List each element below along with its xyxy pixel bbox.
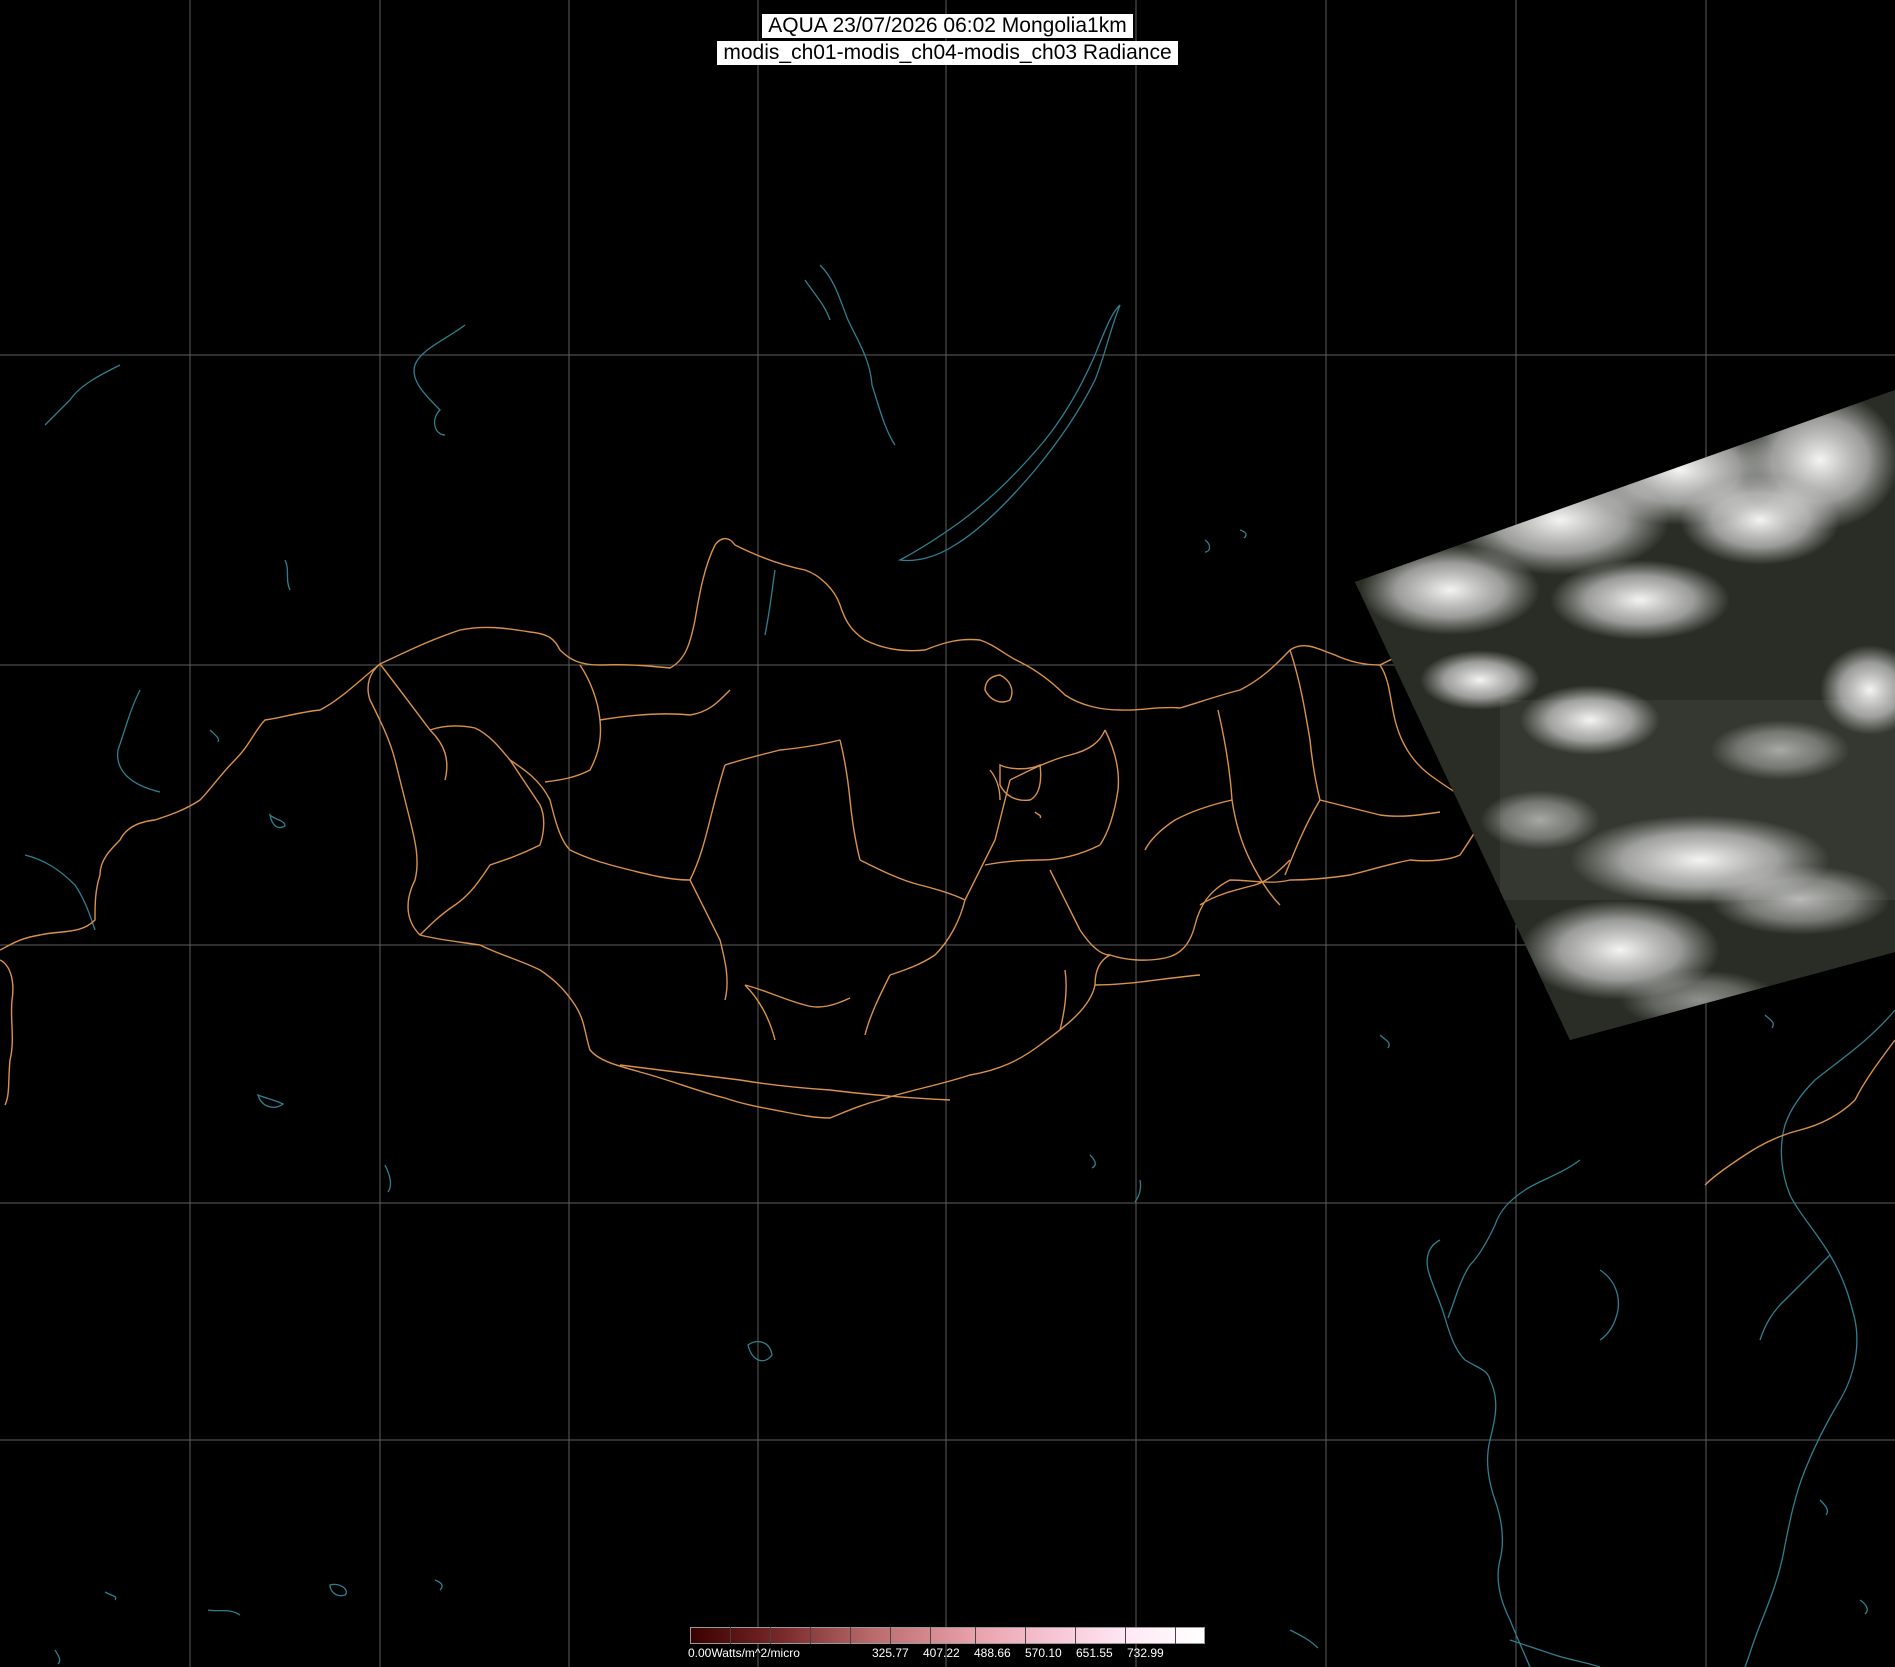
title-line-1: AQUA 23/07/2026 06:02 Mongolia1km [762,14,1133,38]
colorbar-label: 570.10 [1025,1646,1062,1660]
colorbar-gradient [690,1627,1205,1644]
satellite-swath [1355,390,1895,1040]
colorbar-tick [1075,1627,1076,1644]
map-canvas [0,0,1895,1667]
colorbar-tick [975,1627,976,1644]
colorbar-label: 407.22 [923,1646,960,1660]
colorbar-tick [930,1627,931,1644]
colorbar-tick [890,1627,891,1644]
colorbar-label-max: 732.99 [1127,1646,1164,1660]
colorbar-tick [810,1627,811,1644]
colorbar-label: 651.55 [1076,1646,1113,1660]
colorbar-tick [850,1627,851,1644]
colorbar-label-min: 0.00Watts/m^2/micro [688,1646,800,1660]
colorbar-label: 488.66 [974,1646,1011,1660]
map-subtitle: modis_ch01-modis_ch04-modis_ch03 Radianc… [0,41,1895,65]
colorbar-tick [1025,1627,1026,1644]
map-title: AQUA 23/07/2026 06:02 Mongolia1km [0,14,1895,38]
colorbar-tick [1125,1627,1126,1644]
colorbar-tick [730,1627,731,1644]
colorbar-legend: 0.00Watts/m^2/micro 325.77 407.22 488.66… [688,1627,1205,1667]
title-line-2: modis_ch01-modis_ch04-modis_ch03 Radianc… [717,41,1178,65]
colorbar-tick [770,1627,771,1644]
colorbar-label: 325.77 [872,1646,909,1660]
colorbar-tick [1175,1627,1176,1644]
